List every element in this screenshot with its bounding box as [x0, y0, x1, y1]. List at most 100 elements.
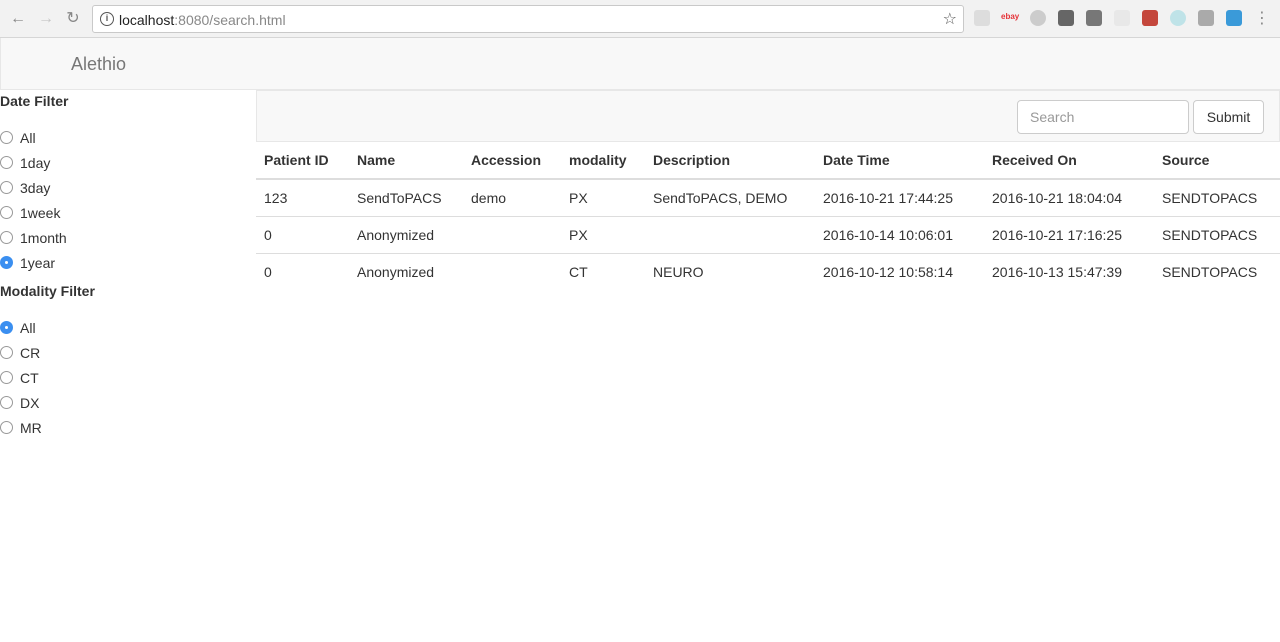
date-filter-group: All 1day 3day 1week 1month 1year — [0, 125, 255, 275]
table-cell-modality: PX — [569, 189, 588, 206]
table-cell-name: SendToPACS — [357, 189, 442, 206]
date-filter-label: 1week — [20, 204, 61, 221]
table-row[interactable]: 123 SendToPACS demo PX SendToPACS, DEMO 2016-… — [256, 179, 1280, 216]
table-cell-source: SENDTOPACS — [1162, 189, 1258, 206]
modality-filter-label: CR — [20, 344, 41, 361]
table-row[interactable]: 0 Anonymized PX 2016-10-14 10:06:01 2016-10-… — [256, 215, 1280, 253]
app-navbar: Alethio — [0, 38, 1280, 90]
results-table: Patient ID Name Accession modality Descripti… — [256, 142, 1280, 290]
address-bar[interactable]: i localhost:8080/search.html ☆ — [92, 5, 964, 33]
extension-icon[interactable] — [1142, 10, 1158, 26]
extension-icon[interactable] — [1170, 10, 1186, 26]
vue-extension-icon[interactable] — [1198, 10, 1214, 26]
modality-filter-option-ct[interactable]: CT — [0, 365, 255, 390]
table-cell-patient-id: 123 — [264, 189, 288, 206]
column-header-source[interactable]: Source — [1154, 142, 1280, 180]
table-cell-date-time: 2016-10-14 10:06:01 — [815, 215, 984, 253]
table-header-row: Patient ID Name Accession modality Descripti… — [256, 142, 1280, 180]
modality-filter-label: DX — [20, 394, 40, 411]
date-filter-label: 3day — [20, 179, 51, 196]
modality-filter-radio[interactable] — [0, 371, 13, 384]
date-filter-label: 1month — [20, 229, 67, 246]
arrow-right-icon[interactable]: → — [36, 9, 56, 29]
date-filter-label: All — [20, 129, 36, 146]
table-cell-description: NEURO — [645, 252, 815, 290]
ebay-extension-icon[interactable]: ebay — [1001, 12, 1019, 21]
table-row[interactable]: 0 Anonymized CT NEURO 2016-10-12 10:58:14 201… — [256, 252, 1280, 290]
date-filter-option-all[interactable]: All — [0, 125, 255, 150]
table-cell-patient-id: 0 — [256, 215, 349, 253]
date-filter-option-1year[interactable]: 1year — [0, 250, 255, 275]
table-body: 123 SendToPACS demo PX SendToPACS, DEMO 2016-… — [256, 179, 1280, 290]
date-filter-radio[interactable] — [0, 131, 13, 144]
date-filter-option-3day[interactable]: 3day — [0, 175, 255, 200]
date-filter-label: 1day — [20, 154, 51, 171]
modality-filter-label: CT — [20, 369, 39, 386]
search-input[interactable] — [1017, 100, 1189, 134]
modality-filter-radio[interactable] — [0, 346, 13, 359]
search-bar: Submit — [256, 90, 1280, 142]
column-header-date-time[interactable]: Date Time — [815, 142, 984, 180]
table-cell-description — [645, 215, 815, 253]
extension-icon[interactable] — [1114, 10, 1130, 26]
info-icon[interactable]: i — [100, 12, 114, 26]
column-header-patient-id[interactable]: Patient ID — [256, 142, 349, 180]
url-text: localhost:8080/search.html — [119, 12, 286, 28]
star-icon[interactable]: ☆ — [943, 9, 957, 29]
extension-icon[interactable] — [974, 10, 990, 26]
date-filter-title: Date Filter — [0, 93, 69, 109]
date-filter-radio[interactable] — [0, 256, 13, 269]
table-cell-date-time: 2016-10-12 10:58:14 — [815, 252, 984, 290]
modality-filter-option-cr[interactable]: CR — [0, 340, 255, 365]
date-filter-label: 1year — [20, 254, 56, 271]
filter-sidebar: Date Filter All 1day 3day 1week 1month 1year … — [0, 90, 255, 440]
reload-icon[interactable]: ↻ — [63, 9, 83, 29]
extension-icon[interactable] — [1058, 10, 1074, 26]
table-cell-source: SENDTOPACS — [1154, 215, 1280, 253]
browser-toolbar: ← → ↻ i localhost:8080/search.html ☆ eba… — [0, 0, 1280, 38]
table-cell-name: Anonymized — [349, 215, 463, 253]
date-filter-option-1week[interactable]: 1week — [0, 200, 255, 225]
column-header-modality[interactable]: modality — [561, 142, 645, 180]
table-cell-modality: CT — [561, 252, 645, 290]
table-cell-accession — [463, 252, 561, 290]
table-cell-description: SendToPACS, DEMO — [653, 189, 788, 206]
date-filter-option-1month[interactable]: 1month — [0, 225, 255, 250]
table-cell-source: SENDTOPACS — [1154, 252, 1280, 290]
extension-icon[interactable] — [1226, 10, 1242, 26]
table-cell-patient-id: 0 — [256, 252, 349, 290]
table-cell-date-time: 2016-10-21 17:44:25 — [823, 189, 953, 206]
date-filter-option-1day[interactable]: 1day — [0, 150, 255, 175]
modality-filter-option-dx[interactable]: DX — [0, 390, 255, 415]
brand-logo[interactable]: Alethio — [71, 54, 126, 75]
modality-filter-label: All — [20, 319, 36, 336]
menu-icon[interactable]: ⋮ — [1252, 9, 1272, 29]
date-filter-radio[interactable] — [0, 231, 13, 244]
modality-filter-group: All CR CT DX MR — [0, 315, 255, 440]
modality-filter-radio[interactable] — [0, 321, 13, 334]
table-cell-received-on: 2016-10-13 15:47:39 — [984, 252, 1154, 290]
submit-button[interactable]: Submit — [1193, 100, 1264, 134]
date-filter-radio[interactable] — [0, 206, 13, 219]
column-header-description[interactable]: Description — [645, 142, 815, 180]
modality-filter-title: Modality Filter — [0, 283, 95, 299]
column-header-accession[interactable]: Accession — [463, 142, 561, 180]
table-cell-modality: PX — [561, 215, 645, 253]
column-header-received-on[interactable]: Received On — [984, 142, 1154, 180]
table-cell-received-on: 2016-10-21 17:16:25 — [984, 215, 1154, 253]
modality-filter-radio[interactable] — [0, 421, 13, 434]
modality-filter-label: MR — [20, 419, 42, 436]
pocket-extension-icon[interactable] — [1086, 10, 1102, 26]
cloud-extension-icon[interactable] — [1030, 10, 1046, 26]
table-cell-name: Anonymized — [349, 252, 463, 290]
modality-filter-option-all[interactable]: All — [0, 315, 255, 340]
date-filter-radio[interactable] — [0, 156, 13, 169]
table-cell-received-on: 2016-10-21 18:04:04 — [992, 189, 1122, 206]
table-cell-accession — [463, 215, 561, 253]
modality-filter-radio[interactable] — [0, 396, 13, 409]
date-filter-radio[interactable] — [0, 181, 13, 194]
table-cell-accession: demo — [471, 189, 507, 206]
arrow-left-icon[interactable]: ← — [8, 9, 28, 29]
modality-filter-option-mr[interactable]: MR — [0, 415, 255, 440]
column-header-name[interactable]: Name — [349, 142, 463, 180]
